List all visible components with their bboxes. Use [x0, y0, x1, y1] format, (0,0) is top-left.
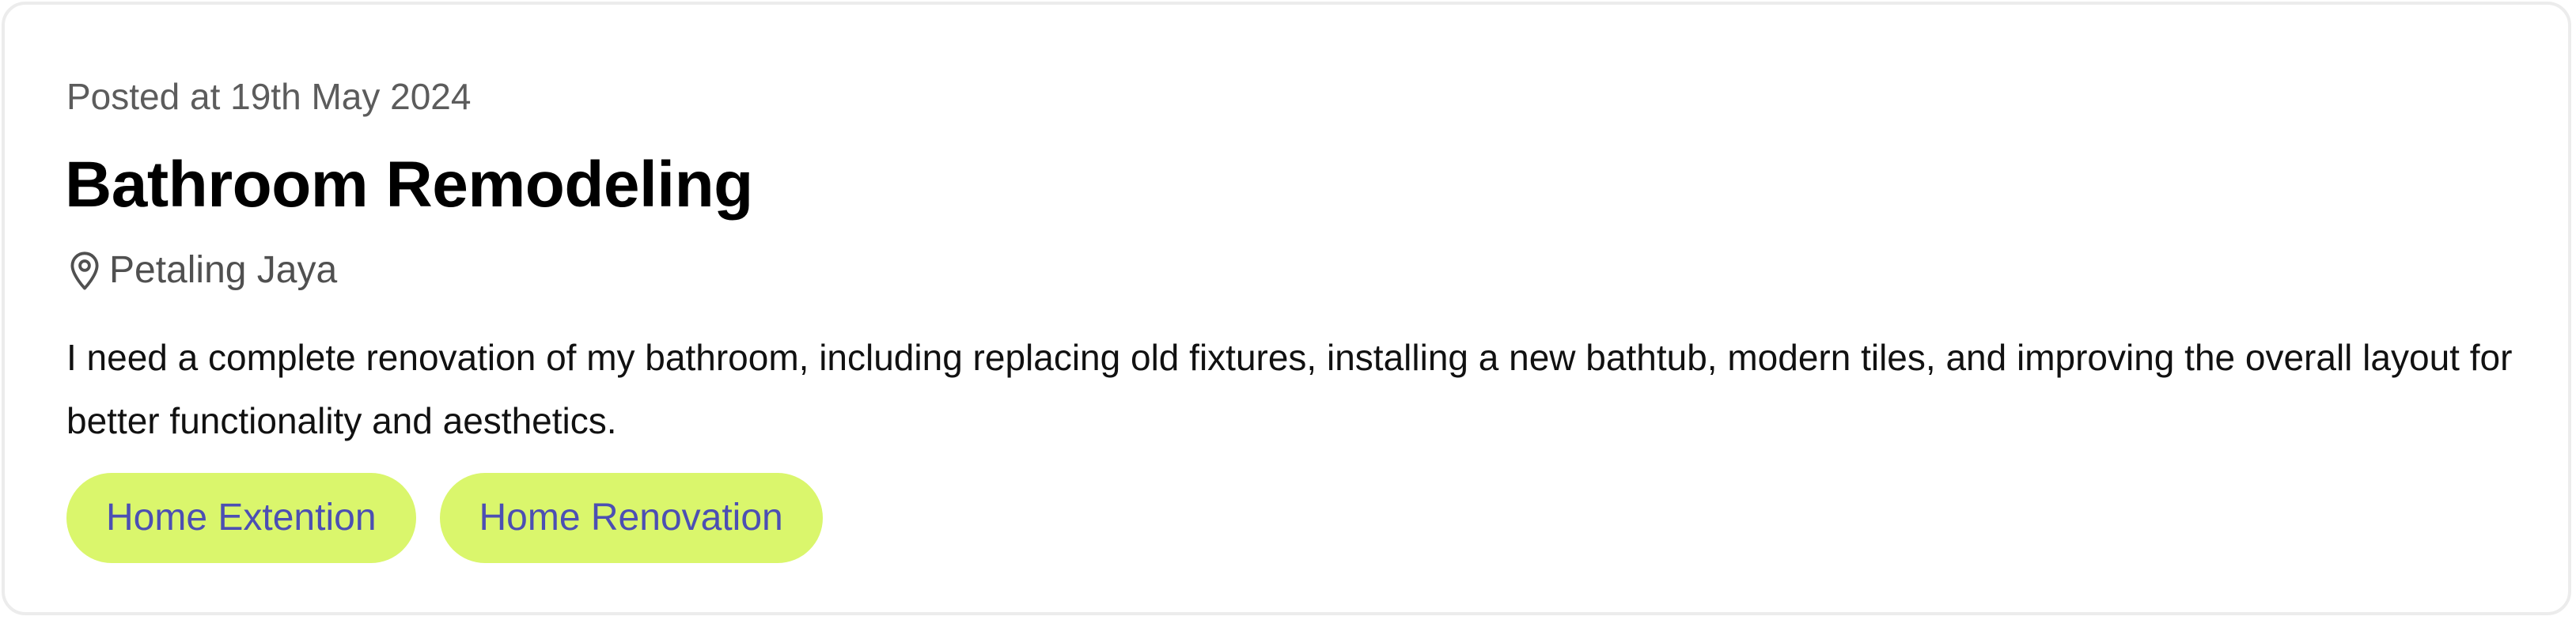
- posted-date: Posted at 19th May 2024: [66, 76, 472, 117]
- tag-home-extention[interactable]: Home Extention: [66, 473, 416, 563]
- job-post-card: Posted at 19th May 2024 Bathroom Remodel…: [2, 2, 2571, 615]
- location-label: Petaling Jaya: [109, 249, 338, 291]
- location: Petaling Jaya: [66, 245, 337, 296]
- map-pin-icon: [66, 248, 103, 293]
- tag-list: Home Extention Home Renovation: [66, 473, 823, 563]
- tag-home-renovation[interactable]: Home Renovation: [439, 473, 823, 563]
- post-title: Bathroom Remodeling: [65, 149, 753, 221]
- post-description: I need a complete renovation of my bathr…: [66, 337, 2513, 441]
